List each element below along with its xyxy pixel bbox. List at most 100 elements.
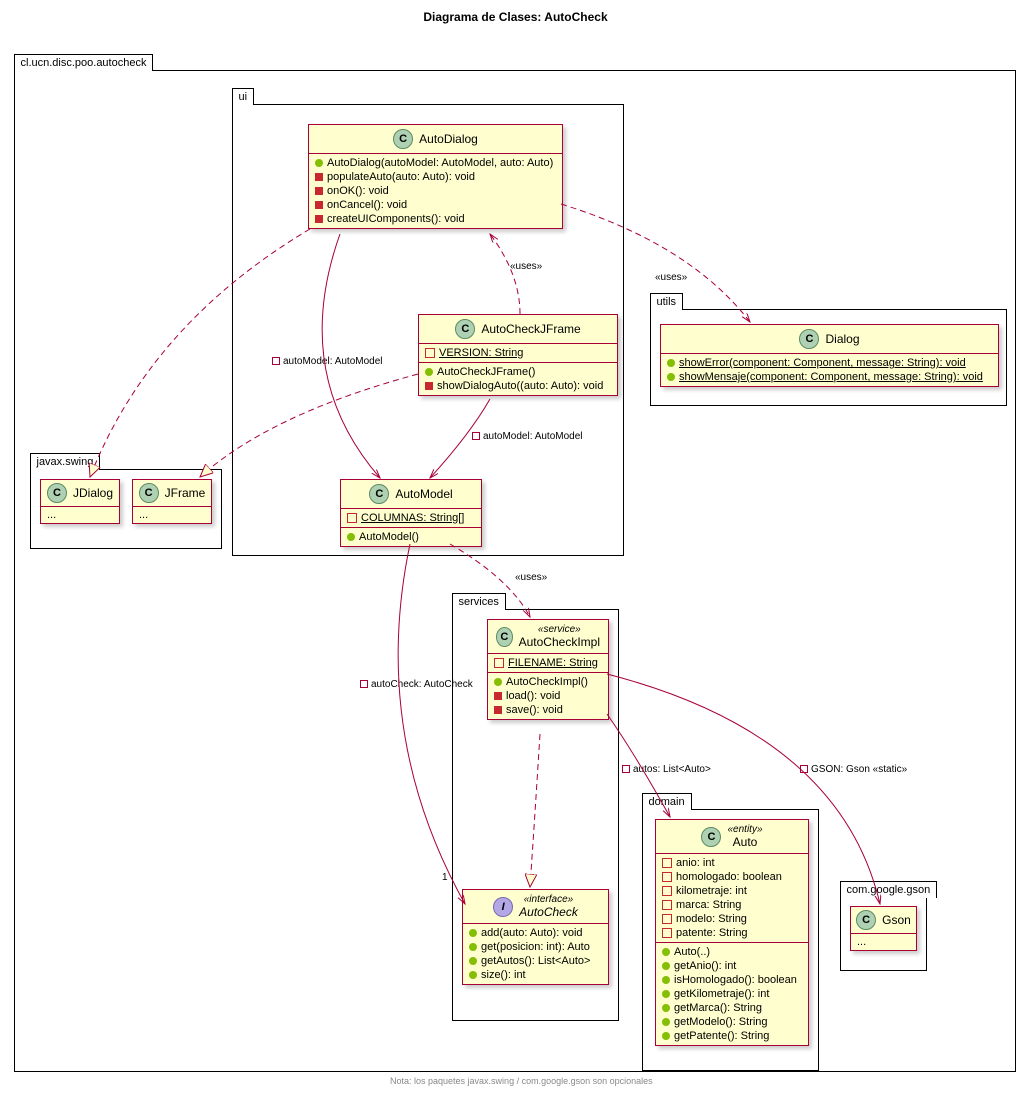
- class-Dialog: C Dialog showError(component: Component,…: [660, 324, 999, 387]
- visibility-icon: [662, 886, 672, 896]
- visibility-icon: [662, 1004, 670, 1012]
- label-autos: autos: List<Auto>: [622, 764, 711, 775]
- class-icon: C: [856, 910, 876, 930]
- member: add(auto: Auto): void: [469, 926, 602, 940]
- stereotype: «entity»: [727, 824, 762, 835]
- member-text: createUIComponents(): void: [327, 213, 465, 225]
- member: save(): void: [494, 703, 602, 717]
- visibility-icon: [494, 706, 502, 714]
- class-icon: C: [701, 827, 721, 847]
- visibility-icon: [469, 943, 477, 951]
- ellipsis: ...: [47, 509, 56, 521]
- member: COLUMNAS: String[]: [347, 511, 475, 525]
- member-text: kilometraje: int: [676, 885, 747, 897]
- label-uses-1: «uses»: [510, 261, 542, 272]
- stereotype: «service»: [519, 624, 600, 635]
- class-AutoModel: C AutoModel COLUMNAS: String[] AutoModel…: [340, 479, 482, 547]
- member-text: get(posicion: int): Auto: [481, 941, 590, 953]
- member-text: getKilometraje(): int: [674, 988, 769, 1000]
- member-text: anio: int: [676, 857, 715, 869]
- member: showDialogAuto((auto: Auto): void: [425, 379, 611, 393]
- member-text: showMensaje(component: Component, messag…: [679, 371, 983, 383]
- interface-icon: I: [493, 897, 513, 917]
- label-uses-2: «uses»: [655, 272, 687, 283]
- label-uses-3: «uses»: [515, 572, 547, 583]
- member-text: getAutos(): List<Auto>: [481, 955, 590, 967]
- member: getMarca(): String: [662, 1001, 802, 1015]
- visibility-icon: [315, 215, 323, 223]
- class-AutoDialog: C AutoDialog AutoDialog(autoModel: AutoM…: [308, 124, 563, 229]
- member: kilometraje: int: [662, 884, 802, 898]
- member-text: isHomologado(): boolean: [674, 974, 797, 986]
- class-icon: C: [799, 329, 819, 349]
- visibility-icon: [469, 929, 477, 937]
- member-text: patente: String: [676, 927, 748, 939]
- class-icon: C: [139, 483, 159, 503]
- class-name: JFrame: [165, 486, 206, 500]
- package-domain-label: domain: [642, 793, 692, 810]
- class-name: Dialog: [825, 332, 859, 346]
- member: FILENAME: String: [494, 656, 602, 670]
- member: getModelo(): String: [662, 1015, 802, 1029]
- member: size(): int: [469, 968, 602, 982]
- member-text: save(): void: [506, 704, 563, 716]
- class-JFrame: C JFrame ...: [132, 479, 212, 524]
- visibility-icon: [425, 368, 433, 376]
- package-ui-label: ui: [232, 88, 255, 105]
- diagram-title: Diagrama de Clases: AutoCheck: [10, 10, 1021, 24]
- member: AutoModel(): [347, 530, 475, 544]
- class-name: AutoCheckJFrame: [481, 322, 580, 336]
- member: getKilometraje(): int: [662, 987, 802, 1001]
- member-text: add(auto: Auto): void: [481, 927, 583, 939]
- class-AutoCheck: I «interface» AutoCheck add(auto: Auto):…: [462, 889, 609, 985]
- label-one: 1: [442, 872, 448, 883]
- member: showError(component: Component, message:…: [667, 356, 992, 370]
- member-text: marca: String: [676, 899, 741, 911]
- member: marca: String: [662, 898, 802, 912]
- class-name: AutoCheck: [519, 905, 578, 919]
- visibility-icon: [469, 971, 477, 979]
- package-services-label: services: [452, 593, 506, 610]
- member: populateAuto(auto: Auto): void: [315, 170, 556, 184]
- class-icon: C: [496, 627, 513, 647]
- package-swing-label: javax.swing: [30, 453, 101, 470]
- visibility-icon: [662, 976, 670, 984]
- visibility-icon: [347, 513, 357, 523]
- visibility-icon: [662, 900, 672, 910]
- member-text: showDialogAuto((auto: Auto): void: [437, 380, 603, 392]
- member: onOK(): void: [315, 184, 556, 198]
- member: getAutos(): List<Auto>: [469, 954, 602, 968]
- visibility-icon: [662, 1032, 670, 1040]
- label-gson: GSON: Gson «static»: [800, 764, 907, 775]
- package-gson-label: com.google.gson: [840, 881, 938, 898]
- label-autoModel-1: autoModel: AutoModel: [272, 356, 383, 367]
- class-name: AutoModel: [395, 487, 452, 501]
- member-text: AutoCheckJFrame(): [437, 366, 535, 378]
- class-name: AutoCheckImpl: [519, 635, 600, 649]
- visibility-icon: [667, 373, 675, 381]
- member-text: homologado: boolean: [676, 871, 782, 883]
- member-text: modelo: String: [676, 913, 747, 925]
- member-text: FILENAME: String: [508, 657, 598, 669]
- visibility-icon: [662, 872, 672, 882]
- class-icon: C: [369, 484, 389, 504]
- visibility-icon: [662, 1018, 670, 1026]
- member-text: getAnio(): int: [674, 960, 736, 972]
- member-text: populateAuto(auto: Auto): void: [327, 171, 475, 183]
- member-text: size(): int: [481, 969, 526, 981]
- member-text: onCancel(): void: [327, 199, 407, 211]
- member: modelo: String: [662, 912, 802, 926]
- package-utils-label: utils: [650, 293, 684, 310]
- member: showMensaje(component: Component, messag…: [667, 370, 992, 384]
- label-autoCheck: autoCheck: AutoCheck: [360, 679, 473, 690]
- visibility-icon: [425, 382, 433, 390]
- class-name: AutoDialog: [419, 132, 478, 146]
- visibility-icon: [662, 990, 670, 998]
- ellipsis: ...: [139, 509, 148, 521]
- member: get(posicion: int): Auto: [469, 940, 602, 954]
- member: patente: String: [662, 926, 802, 940]
- class-icon: C: [393, 129, 413, 149]
- visibility-icon: [315, 187, 323, 195]
- class-name: Auto: [733, 835, 758, 849]
- visibility-icon: [315, 173, 323, 181]
